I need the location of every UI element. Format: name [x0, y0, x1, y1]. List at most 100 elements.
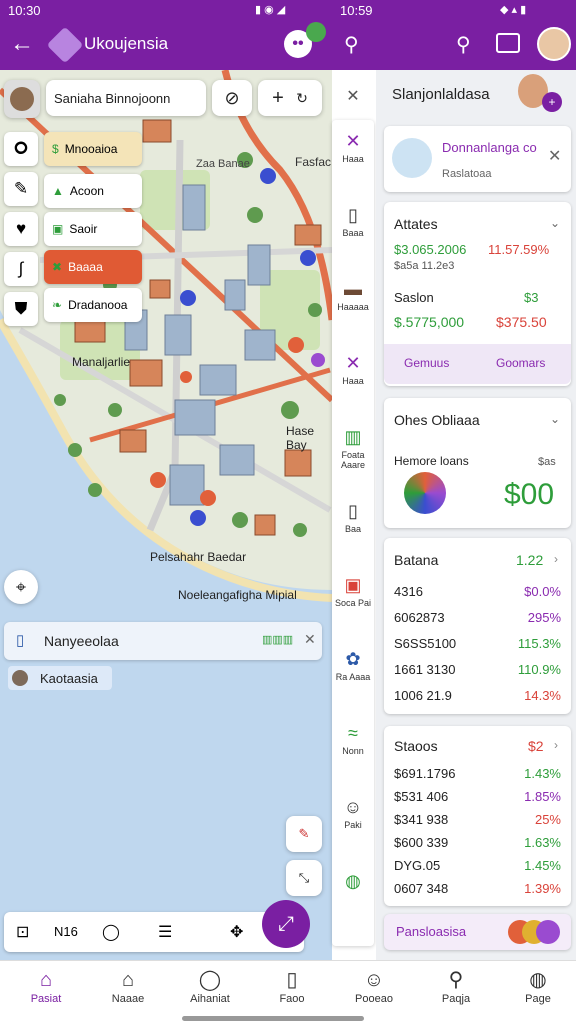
- table-row[interactable]: 1661 3130 110.9%: [384, 656, 571, 682]
- zoom-in-icon[interactable]: +: [272, 87, 284, 110]
- search-icon[interactable]: ⚲: [344, 32, 359, 57]
- close-panel-icon[interactable]: ✕: [334, 80, 372, 114]
- compass-icon[interactable]: ⊘: [212, 80, 252, 116]
- location-search-chip[interactable]: Saniaha Binnojoonn: [46, 80, 206, 116]
- refresh-icon[interactable]: ↻: [296, 90, 308, 107]
- nav-icon: ◯: [198, 969, 222, 991]
- nav-item[interactable]: ◍ Page: [502, 967, 574, 1005]
- table-row[interactable]: 6062873 295%: [384, 604, 571, 630]
- directions-fab-icon[interactable]: ⤢: [262, 900, 310, 948]
- box-icon[interactable]: ⊡: [16, 922, 29, 942]
- layer-item[interactable]: $ Mnooaioa: [44, 132, 142, 166]
- chevron-down-icon[interactable]: ⌄: [550, 412, 560, 426]
- rail-icon: ☺: [343, 797, 363, 817]
- map-tool-pin-icon[interactable]: 🞇: [4, 132, 38, 166]
- row-name: 1006 21.9: [394, 687, 452, 703]
- puzzle-icon[interactable]: ✥: [230, 922, 243, 942]
- table-row[interactable]: 1006 21.9 14.3%: [384, 682, 571, 708]
- nav-item[interactable]: ☺ Pooeao: [338, 967, 410, 1005]
- rail-icon: ≈: [348, 723, 358, 743]
- search-icon-2[interactable]: ⚲: [456, 32, 471, 57]
- map-label-area4: Noeleangafigha Mipial: [178, 588, 297, 602]
- rail-label: Paki: [344, 820, 362, 830]
- nav-item[interactable]: ⌂ Pasiat: [10, 967, 82, 1005]
- rail-item[interactable]: ✿ Ra Aaaa: [332, 648, 374, 682]
- table-row[interactable]: DYG.05 1.45%: [384, 854, 571, 877]
- layer-item[interactable]: ❧ Dradanooa: [44, 288, 142, 322]
- footer-card[interactable]: Pansloasisa: [384, 914, 571, 950]
- nav-item[interactable]: ◯ Aihaniat: [174, 967, 246, 1005]
- nav-item[interactable]: ⌂ Naaae: [92, 967, 164, 1005]
- table-row[interactable]: S6SS5100 115.3%: [384, 630, 571, 656]
- rail-label: Haaaaa: [337, 302, 369, 312]
- staoos-head-val: $2: [528, 738, 544, 754]
- close-icon[interactable]: ✕: [304, 631, 316, 648]
- rail-item[interactable]: ◍: [332, 870, 374, 894]
- map-view[interactable]: Saniaha Binnojoonn ⊘ + ↻ 🞇 ✎ ♥ ∫ ⛊ $ Mnooa…: [0, 70, 332, 960]
- nav-item[interactable]: ⚲ Paqja: [420, 967, 492, 1005]
- nav-item[interactable]: ▯ Faoo: [256, 967, 328, 1005]
- nav-icon: ⚲: [448, 969, 464, 991]
- row-value: 1.45%: [524, 858, 561, 873]
- table-row[interactable]: 0607 348 1.39%: [384, 877, 571, 900]
- promo-title: Donnanlanga co: [442, 140, 537, 155]
- map-marker-tool-icon[interactable]: ✎: [286, 816, 322, 852]
- row-name: $691.1796: [394, 766, 456, 781]
- status-bar: 10:30 ▮ ◉ ◢ 10:59 ◆ ▴ ▮: [0, 0, 576, 22]
- attates-btn1[interactable]: Gemuus: [404, 356, 449, 370]
- nav-label: Page: [525, 993, 551, 1005]
- rail-item[interactable]: ▣ Soca Pai: [332, 574, 374, 608]
- rail-item[interactable]: ▬ Haaaaa: [332, 278, 374, 312]
- layer-item[interactable]: ▣ Saoir: [44, 212, 142, 246]
- avatar[interactable]: [537, 27, 571, 61]
- map-tool-edit-icon[interactable]: ✎: [4, 172, 38, 206]
- expand-icon[interactable]: ⤡: [286, 860, 322, 896]
- attates-btn2[interactable]: Goomars: [496, 356, 545, 370]
- add-person-icon[interactable]: +: [542, 92, 562, 112]
- rail-icon: ▥: [344, 427, 362, 447]
- list-icon[interactable]: ☰: [158, 922, 172, 942]
- my-location-icon[interactable]: ⌖: [4, 570, 38, 604]
- map-tool-shield-icon[interactable]: ⛊: [4, 292, 38, 326]
- rail-item[interactable]: ▯ Baaa: [332, 204, 374, 238]
- chevron-right-icon[interactable]: ›: [554, 738, 558, 752]
- rail-item[interactable]: ✕ Haaa: [332, 130, 374, 164]
- message-icon[interactable]: [496, 33, 520, 53]
- toolbar-label: N16: [54, 924, 78, 939]
- row-value: 25%: [534, 812, 561, 827]
- map-tool-heart-icon[interactable]: ♥: [4, 212, 38, 246]
- table-row[interactable]: 4316 $0.0%: [384, 578, 571, 604]
- layer-label: Mnooaioa: [64, 142, 118, 156]
- app-logo-icon: [46, 26, 84, 64]
- close-icon[interactable]: ✕: [548, 146, 561, 166]
- place-subtitle: Kaotaasia: [40, 671, 98, 686]
- layer-item[interactable]: ✖ Baaaa: [44, 250, 142, 284]
- nav-icon: ⌂: [39, 969, 53, 991]
- zoom-controls[interactable]: + ↻: [258, 80, 322, 116]
- back-arrow-icon[interactable]: ←: [10, 30, 34, 58]
- footer-label: Pansloasisa: [396, 924, 467, 939]
- rail-item[interactable]: ▯ Baa: [332, 500, 374, 534]
- chevron-down-icon[interactable]: ⌄: [550, 216, 560, 230]
- table-row[interactable]: $691.1796 1.43%: [384, 762, 571, 785]
- nav-label: Faoo: [279, 993, 305, 1005]
- user-avatar[interactable]: [4, 80, 40, 118]
- rail-icon: ▯: [348, 501, 358, 521]
- rail-item[interactable]: ≈ Nonn: [332, 722, 374, 756]
- chat-icon[interactable]: ◯: [102, 922, 120, 942]
- table-row[interactable]: $600 339 1.63%: [384, 831, 571, 854]
- ohes-label: Hemore loans: [394, 454, 469, 468]
- place-card[interactable]: ▯ Nanyeeolaa ▥▥▥ ✕: [4, 622, 322, 660]
- rail-item[interactable]: ▥ Foata Aaare: [332, 426, 374, 470]
- map-tool-route-icon[interactable]: ∫: [4, 252, 38, 286]
- row-value: 14.3%: [524, 687, 561, 703]
- chevron-right-icon[interactable]: ›: [554, 552, 558, 566]
- rail-item[interactable]: ☺ Paki: [332, 796, 374, 830]
- promo-card[interactable]: Donnanlanga co Raslatoaa ✕: [384, 126, 571, 192]
- attates-val3: $3: [524, 290, 539, 305]
- place-subtitle-chip[interactable]: Kaotaasia: [8, 666, 112, 690]
- layer-item[interactable]: ▲ Acoon: [44, 174, 142, 208]
- table-row[interactable]: $341 938 25%: [384, 808, 571, 831]
- rail-item[interactable]: ✕ Haaa: [332, 352, 374, 386]
- table-row[interactable]: $531 406 1.85%: [384, 785, 571, 808]
